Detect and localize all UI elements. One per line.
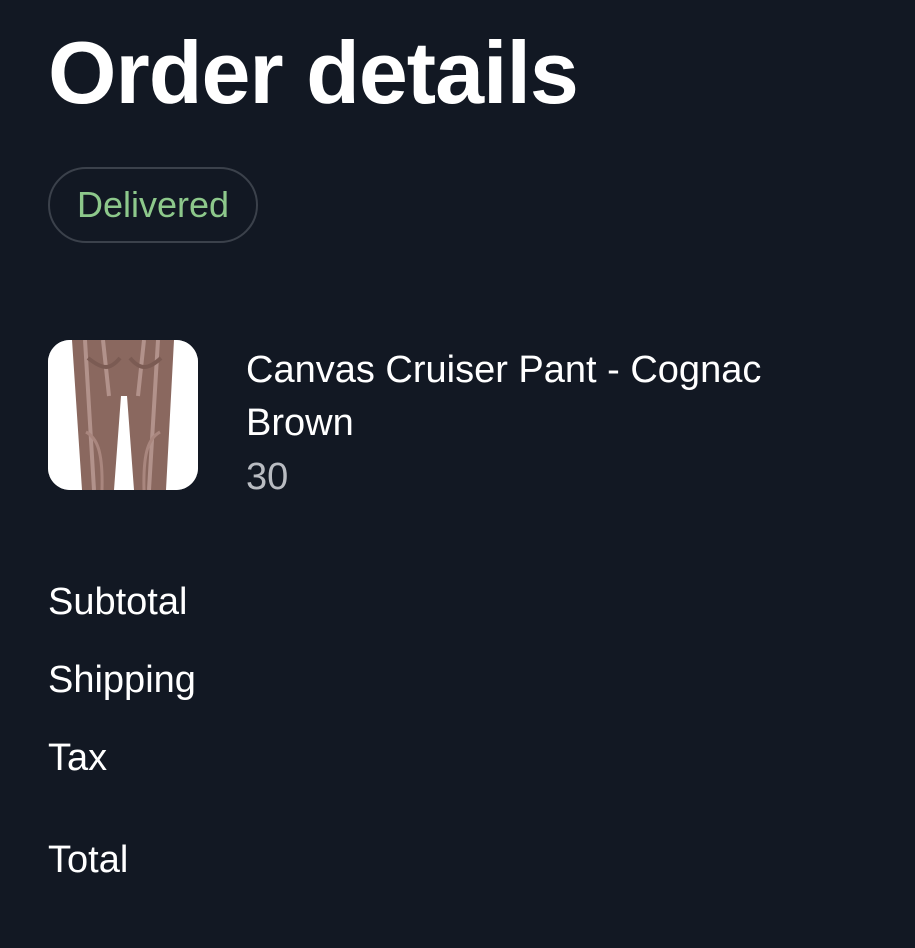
item-info: Canvas Cruiser Pant - Cognac Brown 30 [246, 344, 875, 504]
shipping-label: Shipping [48, 659, 196, 701]
order-item[interactable]: Canvas Cruiser Pant - Cognac Brown 30 [48, 340, 875, 500]
product-thumbnail[interactable] [48, 340, 198, 490]
total-label: Total [48, 839, 129, 881]
status-badge: Delivered [48, 167, 259, 243]
product-size: 30 [246, 456, 289, 498]
tax-label: Tax [48, 737, 108, 779]
page-title: Order details [48, 23, 579, 122]
product-name[interactable]: Canvas Cruiser Pant - Cognac Brown [246, 344, 875, 450]
subtotal-label: Subtotal [48, 581, 188, 623]
pants-product-image [48, 340, 198, 490]
